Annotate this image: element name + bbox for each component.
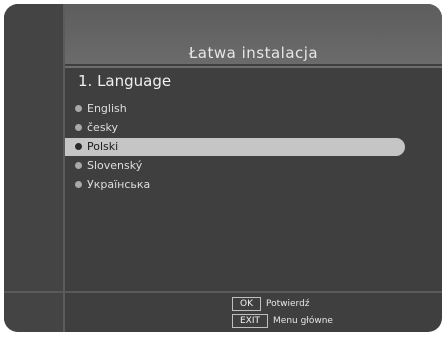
footer-exit-hint: EXIT Menu główne bbox=[232, 314, 333, 328]
page-title: Łatwa instalacja bbox=[188, 44, 319, 62]
bullet-icon bbox=[75, 162, 82, 169]
language-label: Українська bbox=[87, 178, 151, 191]
language-option-english[interactable]: English bbox=[65, 100, 405, 118]
left-stripe bbox=[4, 4, 63, 332]
exit-key-button[interactable]: EXIT bbox=[232, 314, 269, 328]
tv-screen: Łatwa instalacja 1. Language English čes… bbox=[4, 4, 442, 332]
footer-divider bbox=[4, 291, 442, 293]
language-option-ukrainian[interactable]: Українська bbox=[65, 176, 405, 194]
language-option-cesky[interactable]: česky bbox=[65, 119, 405, 137]
section-title: 1. Language bbox=[78, 72, 172, 90]
language-label: česky bbox=[87, 121, 119, 134]
bullet-icon bbox=[75, 105, 82, 112]
title-divider bbox=[65, 66, 442, 68]
footer-ok-hint: OK Potwierdź bbox=[232, 297, 310, 311]
language-option-slovensky[interactable]: Slovenský bbox=[65, 157, 405, 175]
exit-hint-label: Menu główne bbox=[273, 316, 333, 326]
language-label: Polski bbox=[87, 140, 119, 153]
bullet-icon bbox=[75, 143, 82, 150]
bullet-icon bbox=[75, 124, 82, 131]
language-option-polski[interactable]: Polski bbox=[65, 138, 405, 156]
bullet-icon bbox=[75, 181, 82, 188]
ok-key-button[interactable]: OK bbox=[232, 297, 261, 311]
language-label: Slovenský bbox=[87, 159, 143, 172]
language-label: English bbox=[87, 102, 127, 115]
ok-hint-label: Potwierdź bbox=[266, 299, 310, 309]
